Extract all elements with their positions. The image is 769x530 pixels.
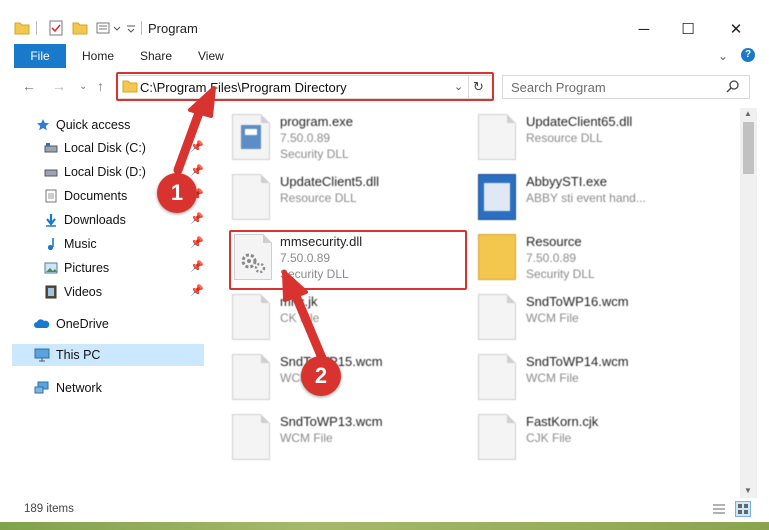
tab-home[interactable]: Home [82,44,114,68]
file-item-program-exe[interactable]: program.exe 7.50.0.89 Security DLL [232,110,472,166]
sidebar-item-pictures[interactable]: Pictures 📌 [0,257,204,279]
folder-icon [14,19,30,37]
title-divider [141,21,142,35]
sidebar-item-music[interactable]: Music 📌 [0,233,204,255]
ribbon-tabs: File Home Share View ⌄ ? [0,44,769,68]
exe-file-icon [232,114,270,160]
file-icon [232,354,270,400]
file-list: program.exe 7.50.0.89 Security DLL Updat… [206,108,740,498]
maximize-button[interactable]: ☐ [666,17,710,41]
search-placeholder: Search Program [511,80,606,95]
pictures-icon [44,261,58,275]
tab-share[interactable]: Share [140,44,172,68]
file-icon [478,414,516,460]
exe-file-icon [478,174,516,220]
file-icon [478,294,516,340]
help-icon[interactable]: ? [741,48,755,62]
dll-file-icon [232,174,270,220]
status-bar: 189 items [0,498,769,522]
expand-ribbon-icon[interactable]: ⌄ [718,44,728,68]
callout-badge-two: 2 [301,356,341,396]
dll-file-icon [478,114,516,160]
up-arrow-icon[interactable]: ↑ [97,78,104,94]
callout-badge-one: 1 [157,173,197,213]
pin-icon[interactable]: 📌 [190,164,204,177]
chevron-down-icon[interactable] [126,19,136,37]
download-icon [44,213,58,227]
large-icons-view-icon[interactable] [735,501,751,517]
file-item-sndtowp15[interactable]: SndToWP15.wcm WCM File [232,350,472,406]
folder-icon [478,234,516,280]
file-item-fastkorn[interactable]: FastKorn.cjk CJK File [478,410,718,466]
close-button[interactable]: ✕ [714,17,758,41]
scroll-thumb[interactable] [743,122,754,174]
file-item-mnc[interactable]: mnc.jk CK File [232,290,472,346]
window-title: Program [148,21,198,36]
cloud-icon [34,317,50,331]
sidebar-item-local-disk-c[interactable]: Local Disk (C:) 📌 [0,137,204,159]
item-count: 189 items [24,503,74,515]
file-highlight [229,230,467,290]
star-icon [36,118,50,132]
minimize-button[interactable]: ─ [622,17,666,41]
file-item-updateclient5[interactable]: UpdateClient5.dll Resource DLL [232,170,472,226]
file-item-sndtowp16[interactable]: SndToWP16.wcm WCM File [478,290,718,346]
file-item-updateclient65[interactable]: UpdateClient65.dll Resource DLL [478,110,718,166]
drive-icon [44,141,58,155]
customize-icon[interactable] [96,19,124,37]
forward-arrow-icon[interactable]: → [52,78,66,94]
drive-icon [44,165,58,179]
properties-icon[interactable] [48,19,64,37]
file-icon [232,294,270,340]
scroll-down-icon[interactable]: ▼ [744,486,752,495]
desktop-wallpaper-strip [0,522,769,530]
tab-view[interactable]: View [198,44,224,68]
sidebar-item-network[interactable]: Network [0,377,204,399]
sidebar-item-quick-access[interactable]: Quick access [0,114,204,136]
scroll-up-icon[interactable]: ▲ [744,109,752,118]
file-item-sndtowp14[interactable]: SndToWP14.wcm WCM File [478,350,718,406]
file-icon [232,414,270,460]
file-item-abbyysti[interactable]: AbbyySTI.exe ABBY sti event hand... [478,170,718,226]
qat-divider [36,21,37,35]
vertical-scrollbar[interactable]: ▲ ▼ [740,108,757,498]
address-highlight [116,72,494,101]
network-icon [34,381,49,395]
sidebar-item-this-pc[interactable]: This PC [12,344,204,366]
computer-icon [34,348,50,362]
pin-icon[interactable]: 📌 [190,284,204,297]
title-bar: Program ─ ☐ ✕ [0,0,769,40]
music-icon [44,237,58,251]
file-item-resource[interactable]: Resource 7.50.0.89 Security DLL [478,230,718,286]
recent-locations-icon[interactable]: ⌄ [79,81,87,92]
pin-icon[interactable]: 📌 [190,212,204,225]
file-explorer-window: Program ─ ☐ ✕ File Home Share View ⌄ ? ←… [0,0,769,530]
videos-icon [44,285,58,299]
details-view-icon[interactable] [712,502,726,519]
back-arrow-icon[interactable]: ← [22,78,36,94]
pin-icon[interactable]: 📌 [190,140,204,153]
sidebar-item-onedrive[interactable]: OneDrive [0,313,204,335]
search-icon[interactable] [726,79,740,96]
new-folder-icon[interactable] [72,19,88,37]
tab-file[interactable]: File [14,44,66,68]
sidebar-item-videos[interactable]: Videos 📌 [0,281,204,303]
documents-icon [44,189,58,203]
file-item-sndtowp13[interactable]: SndToWP13.wcm WCM File [232,410,472,466]
navigation-pane: Quick access Local Disk (C:) 📌 Local Dis… [0,108,206,496]
pin-icon[interactable]: 📌 [190,260,204,273]
pin-icon[interactable]: 📌 [190,236,204,249]
file-icon [478,354,516,400]
